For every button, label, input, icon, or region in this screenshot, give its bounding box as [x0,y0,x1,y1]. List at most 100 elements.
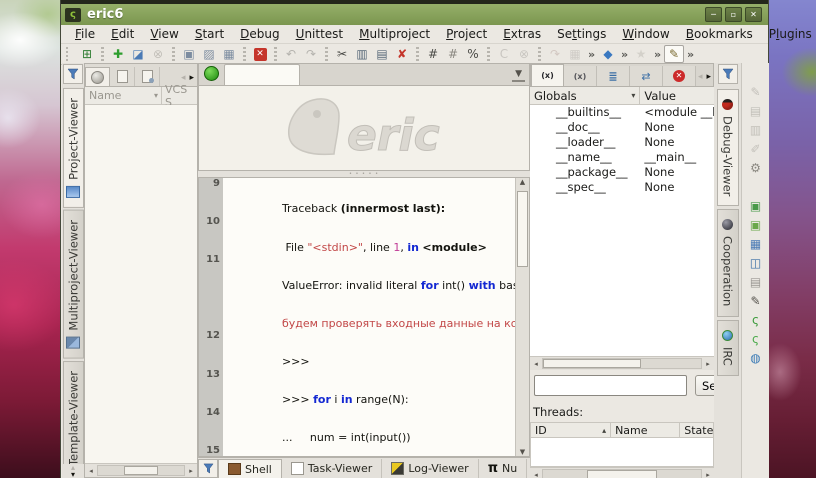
tab-shell[interactable]: Shell [218,459,282,478]
column-header-globals[interactable]: Globals▾ [530,87,640,104]
title-bar[interactable]: ς eric6 ─ ▫ ✕ [61,4,768,25]
stop-icon[interactable]: ⊗ [514,45,534,63]
uncomment-icon[interactable]: # [443,45,463,63]
globals-row[interactable]: __loader__ None [530,135,714,150]
tab-log-viewer[interactable]: Log-Viewer [382,459,478,478]
tab-task-viewer[interactable]: Task-Viewer [282,459,382,478]
columns-icon[interactable]: ◫ [744,253,768,272]
menu-plugins[interactable]: Plugins [761,26,816,42]
tab-dropdown-icon[interactable]: ▼ [512,69,525,82]
toolbar-overflow-chevron[interactable]: » [684,45,697,63]
scroll-left-icon[interactable]: ◂ [85,467,97,475]
globals-hscrollbar[interactable]: ◂ ▸ [530,356,714,370]
save-all-icon[interactable]: ▦ [219,45,239,63]
globals-row[interactable]: __builtins__ <module __builtin_ [530,105,714,120]
menu-start[interactable]: Start [187,26,232,42]
nav-right-icon[interactable]: ▸ [187,73,196,83]
database-icon[interactable]: ▤ [744,272,768,291]
regexp-wizard-icon[interactable]: ✎ [744,82,768,101]
menu-unittest[interactable]: Unittest [288,26,352,42]
column-header-id[interactable]: ID▴ [531,423,611,437]
globals-row[interactable]: __name__ __main__ [530,150,714,165]
bottom-filter-button[interactable] [198,459,218,478]
pencil-icon[interactable]: ✎ [744,291,768,310]
scroll-down-icon[interactable]: ▼ [520,448,525,456]
tab-call-trace[interactable]: ⇄ [630,66,663,86]
menu-file[interactable]: File [67,26,103,42]
scroll-thumb[interactable] [587,470,657,478]
image-export-icon[interactable]: ▣ [744,196,768,215]
save-icon[interactable]: ▣ [179,45,199,63]
menu-multiproject[interactable]: Multiproject [351,26,438,42]
new-source-icon[interactable]: ✚ [108,45,128,63]
bookmark-icon[interactable]: ★ [631,45,651,63]
tab-numbers[interactable]: πNu [479,459,528,478]
paste-icon[interactable]: ▤ [372,45,392,63]
column-header-state[interactable]: State [680,423,713,437]
web-globe-icon[interactable]: ◍ [744,348,768,367]
scroll-right-icon[interactable]: ▸ [702,471,714,478]
minimize-button[interactable]: ─ [705,7,722,22]
menu-extras[interactable]: Extras [495,26,549,42]
left-filter-button[interactable] [63,64,83,84]
browser-tab-sources[interactable] [85,67,110,86]
quit-icon[interactable]: ✕ [250,45,270,63]
close-file-icon[interactable]: ⊗ [148,45,168,63]
tab-local-variables[interactable]: (x) [564,66,597,86]
tab-template-viewer[interactable]: Template-Viewer [63,361,84,464]
maximize-button[interactable]: ▫ [725,7,742,22]
nav-left-icon[interactable]: ◂ [696,72,705,82]
close-button[interactable]: ✕ [745,7,762,22]
image-check-icon[interactable]: ▣ [744,215,768,234]
globals-row[interactable]: __doc__ None [530,120,714,135]
globals-row[interactable]: __package__ None [530,165,714,180]
nav-left-icon[interactable]: ◂ [179,73,188,83]
scroll-left-icon[interactable]: ◂ [530,360,542,368]
tab-irc[interactable]: IRC [717,320,739,376]
delete-icon[interactable]: ✘ [392,45,412,63]
doc-erase-wizard-icon[interactable]: ▥ [744,120,768,139]
column-header-thread-name[interactable]: Name [611,423,680,437]
tab-exceptions[interactable]: ✕ [663,66,696,86]
shell-output[interactable]: 9 Traceback (innermost last): 10 Fil [199,178,515,456]
scroll-thumb[interactable] [543,359,641,368]
scroll-right-icon[interactable]: ▸ [702,360,714,368]
menu-settings[interactable]: Settings [549,26,614,42]
new-window-icon[interactable]: ⊞ [77,45,97,63]
restart-icon[interactable]: ↷ [545,45,565,63]
tab-call-stack[interactable]: ≣ [597,66,630,86]
column-header-value[interactable]: Value [640,89,676,103]
toolbar-overflow-chevron[interactable]: » [618,45,631,63]
tools-icon[interactable]: ✐ [744,139,768,158]
toolbar-overflow-chevron[interactable]: » [585,45,598,63]
editor-tab[interactable] [224,64,300,85]
tab-multiproject-viewer[interactable]: Multiproject-Viewer [63,210,84,359]
menu-bookmarks[interactable]: Bookmarks [678,26,761,42]
scroll-left-icon[interactable]: ◂ [530,471,542,478]
toolbar-overflow-chevron[interactable]: » [651,45,664,63]
toolbar-drag-handle[interactable] [66,47,74,61]
comment-icon[interactable]: # [423,45,443,63]
tab-cooperation[interactable]: Cooperation [717,209,739,316]
project-tree-hscrollbar[interactable]: ◂ ▸ [85,463,197,477]
nav-right-icon[interactable]: ▸ [705,72,714,82]
python2-snake-icon[interactable]: ς [744,329,768,348]
tab-project-viewer[interactable]: Project-Viewer [63,88,84,208]
editor-area[interactable]: eric [198,86,530,171]
browser-tab-file[interactable] [110,67,135,86]
scroll-thumb[interactable] [517,191,528,267]
globals-row[interactable]: __spec__ None [530,180,714,195]
variable-filter-input[interactable] [534,375,687,396]
continue-icon[interactable]: C [494,45,514,63]
shell-vscrollbar[interactable]: ▲ ▼ [515,178,529,456]
toggle-comment-icon[interactable]: % [463,45,483,63]
project-tree-body[interactable] [85,105,197,463]
scroll-down-icon[interactable]: ▾ [71,471,75,478]
gear-icon[interactable]: ⚙ [744,158,768,177]
browser-tab-class[interactable] [135,67,160,86]
menu-edit[interactable]: Edit [103,26,142,42]
menu-view[interactable]: View [142,26,186,42]
tab-global-variables[interactable]: (x) [531,64,564,86]
right-filter-button[interactable] [718,64,738,84]
menu-project[interactable]: Project [438,26,495,42]
